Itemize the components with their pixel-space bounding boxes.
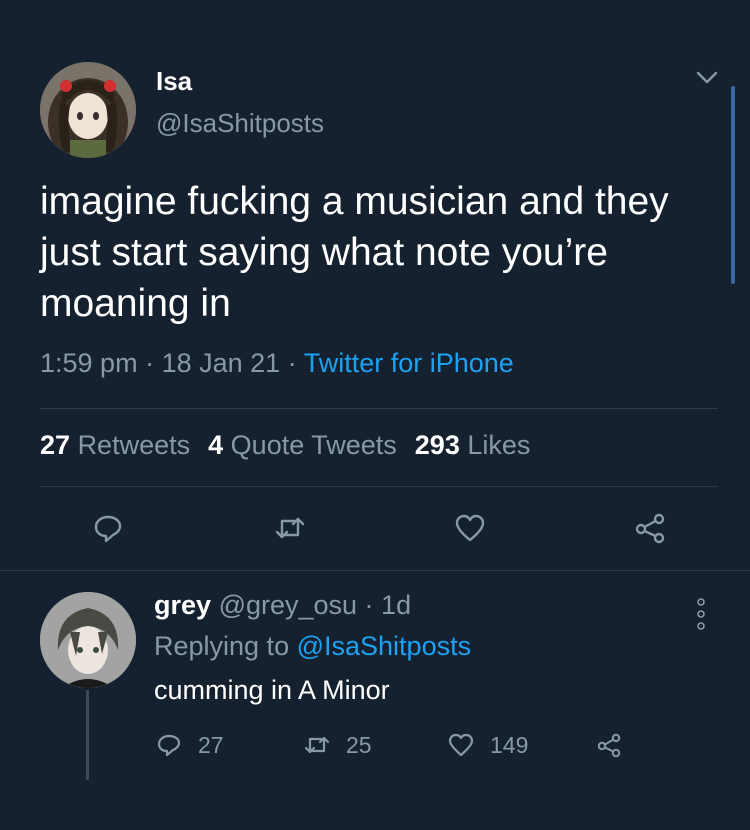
- quotes-label: Quote Tweets: [230, 430, 397, 460]
- author-display-name[interactable]: Isa: [156, 66, 192, 97]
- likes-stat[interactable]: 293 Likes: [415, 430, 531, 460]
- tweet-stats: 27 Retweets 4 Quote Tweets 293 Likes: [40, 430, 530, 461]
- share-icon[interactable]: [634, 512, 666, 544]
- tweet-time: 1:59 pm: [40, 348, 138, 378]
- meta-separator: ·: [280, 348, 304, 378]
- chevron-down-icon[interactable]: [694, 66, 720, 88]
- retweet-icon[interactable]: [274, 512, 306, 544]
- reply-header: grey @grey_osu · 1d: [154, 590, 411, 621]
- divider: [40, 486, 718, 487]
- author-avatar[interactable]: [40, 62, 136, 158]
- reply-icon[interactable]: [156, 732, 182, 758]
- replying-to: Replying to @IsaShitposts: [154, 631, 471, 662]
- more-options-icon[interactable]: [694, 596, 708, 632]
- likes-label: Likes: [467, 430, 531, 460]
- reply-age: 1d: [381, 590, 412, 620]
- reply-replies-count: 27: [198, 732, 224, 758]
- replying-prefix: Replying to: [154, 631, 290, 661]
- reply-retweets-count: 25: [346, 732, 372, 758]
- tweet-text: imagine fucking a musician and they just…: [40, 180, 669, 325]
- quotes-count: 4: [208, 430, 224, 460]
- divider: [40, 408, 718, 409]
- retweet-icon[interactable]: [304, 732, 330, 758]
- reply-avatar[interactable]: [40, 592, 136, 688]
- reply-display-name[interactable]: grey: [154, 590, 211, 620]
- heart-icon[interactable]: [448, 732, 474, 758]
- reply-icon[interactable]: [92, 512, 124, 544]
- replying-mention-link[interactable]: @IsaShitposts: [297, 631, 472, 661]
- reply-separator: ·: [357, 590, 382, 620]
- reply-handle[interactable]: @grey_osu: [219, 590, 357, 620]
- tweet-date: 18 Jan 21: [161, 348, 281, 378]
- quotes-stat[interactable]: 4 Quote Tweets: [208, 430, 397, 460]
- reply-likes-count: 149: [490, 732, 529, 758]
- retweets-stat[interactable]: 27 Retweets: [40, 430, 190, 460]
- meta-separator: ·: [137, 348, 162, 378]
- scrollbar[interactable]: [731, 86, 735, 284]
- divider: [0, 570, 750, 571]
- retweets-count: 27: [40, 430, 71, 460]
- retweets-label: Retweets: [77, 430, 191, 460]
- reply-text: cumming in A Minor: [154, 675, 390, 705]
- tweet-meta: 1:59 pm · 18 Jan 21 · Twitter for iPhone: [40, 348, 514, 379]
- author-handle[interactable]: @IsaShitposts: [156, 108, 324, 139]
- thread-line: [86, 690, 89, 780]
- tweet-source-link[interactable]: Twitter for iPhone: [304, 348, 514, 378]
- heart-icon[interactable]: [454, 512, 486, 544]
- share-icon[interactable]: [596, 732, 622, 758]
- likes-count: 293: [414, 430, 460, 460]
